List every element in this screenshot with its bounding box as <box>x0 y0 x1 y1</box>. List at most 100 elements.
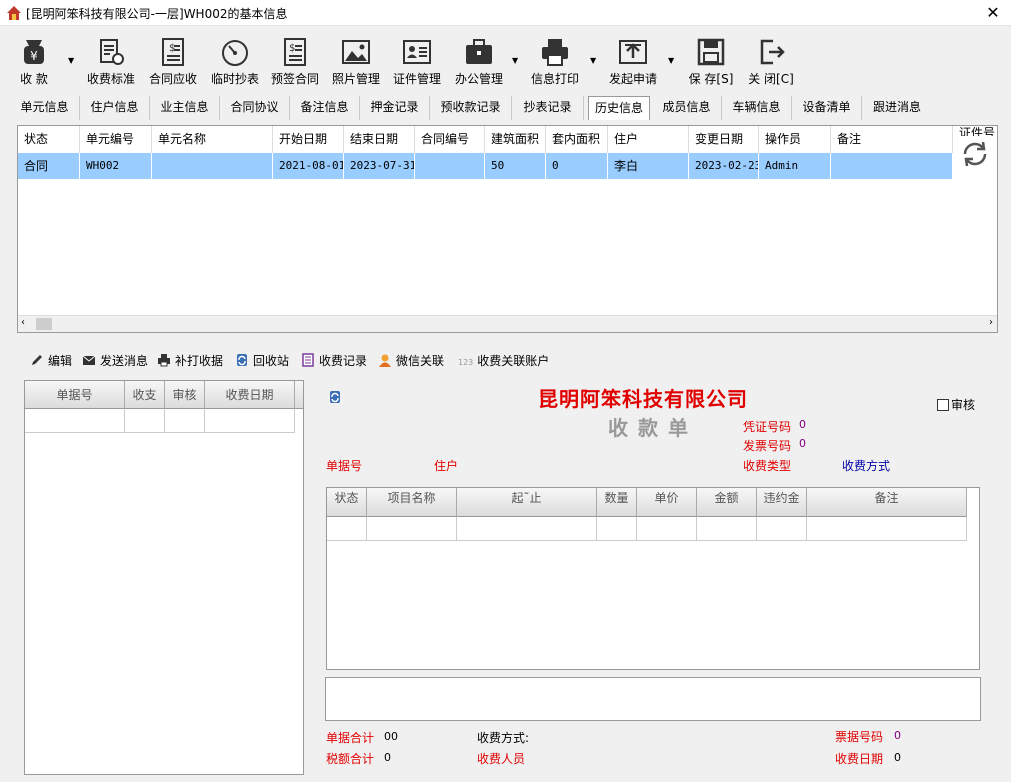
tab-equipment[interactable]: 设备清单 <box>792 96 862 120</box>
column-header[interactable]: 状态 <box>18 126 80 153</box>
wechat-user-icon <box>379 354 391 367</box>
column-header[interactable]: 数量 <box>597 488 637 517</box>
doc-total-value: 00 <box>384 730 398 743</box>
checkbox-box[interactable] <box>937 399 949 411</box>
horizontal-scrollbar[interactable]: ‹ › <box>18 315 997 332</box>
table-row[interactable]: 合同 WH002 2021-08-01 2023-07-31 50 0 李白 2… <box>18 153 953 179</box>
recycle-bin-button[interactable]: 回收站 <box>235 352 289 372</box>
grid-cell: 50 <box>485 153 546 179</box>
tab-members[interactable]: 成员信息 <box>652 96 722 120</box>
audit-checkbox[interactable]: 审核 <box>937 396 975 413</box>
list-item[interactable] <box>25 409 295 433</box>
office-dropdown-arrow[interactable]: ▼ <box>512 56 522 66</box>
column-header[interactable]: 建筑面积 <box>485 126 546 153</box>
fee-settings-icon <box>100 39 124 65</box>
recycle-icon <box>237 354 247 366</box>
contract-receivable-button[interactable]: $ 合同应收 <box>146 36 200 88</box>
column-header[interactable]: 备注 <box>831 126 953 153</box>
company-name: 昆明阿笨科技有限公司 <box>538 387 748 411</box>
office-management-button[interactable]: 办公管理 <box>452 36 506 88</box>
column-header[interactable]: 开始日期 <box>273 126 344 153</box>
tab-meter-records[interactable]: 抄表记录 <box>512 96 584 120</box>
tab-owner-info[interactable]: 业主信息 <box>150 96 220 120</box>
reprint-receipt-button[interactable]: 补打收据 <box>157 352 223 372</box>
close-icon[interactable]: ✕ <box>983 3 1003 23</box>
info-print-button[interactable]: 信息打印 <box>528 36 582 88</box>
tab-prepayment-records[interactable]: 预收款记录 <box>430 96 512 120</box>
toolbar: ¥ 收 款 ▼ 收费标准 $ 合同应收 临时抄表 $ 预签合同 照片管理 证件管… <box>0 26 1011 92</box>
column-header[interactable]: 起˜止 <box>457 488 597 517</box>
fee-records-button[interactable]: 收费记录 <box>301 352 367 372</box>
tab-contract[interactable]: 合同协议 <box>220 96 290 120</box>
wechat-link-button[interactable]: 微信关联 <box>378 352 444 372</box>
column-header[interactable]: 审核 <box>165 381 205 409</box>
column-header[interactable]: 操作员 <box>759 126 831 153</box>
grid-cell: 合同 <box>18 153 80 179</box>
column-header[interactable]: 单价 <box>637 488 697 517</box>
tab-vehicles[interactable]: 车辆信息 <box>722 96 792 120</box>
exit-icon <box>760 39 785 65</box>
column-header[interactable]: 变更日期 <box>689 126 759 153</box>
initiate-request-button[interactable]: 发起申请 <box>606 36 660 88</box>
pay-method-summary-label: 收费方式: <box>477 731 530 745</box>
column-header[interactable]: 套内面积 <box>546 126 608 153</box>
column-header[interactable]: 结束日期 <box>344 126 415 153</box>
tab-follow-up[interactable]: 跟进消息 <box>862 96 932 120</box>
printer-small-icon <box>158 354 170 367</box>
table-row[interactable] <box>327 517 967 541</box>
pre-sign-contract-button[interactable]: $ 预签合同 <box>268 36 322 88</box>
save-button[interactable]: 保 存[S] <box>684 36 738 88</box>
collect-payment-button[interactable]: ¥ 收 款 <box>14 36 54 88</box>
refresh-button[interactable] <box>957 136 993 172</box>
column-header[interactable]: 状态 <box>327 488 367 517</box>
column-header[interactable]: 住户 <box>608 126 689 153</box>
money-bag-icon: ¥ <box>24 40 44 64</box>
recycle-icon[interactable] <box>328 390 342 404</box>
edit-button[interactable]: 编辑 <box>30 352 72 372</box>
tab-unit-info[interactable]: 单元信息 <box>10 96 80 120</box>
close-button[interactable]: 关 闭[C] <box>744 36 798 88</box>
column-header[interactable]: 收支 <box>125 381 165 409</box>
fee-type-label: 收费类型 <box>743 459 792 473</box>
grid-cell: 2023-02-23 <box>689 153 759 179</box>
tax-total-value: 0 <box>384 751 391 764</box>
tab-strip: 单元信息 住户信息 业主信息 合同协议 备注信息 押金记录 预收款记录 抄表记录… <box>10 96 1000 120</box>
grid-cell <box>415 153 485 179</box>
column-header[interactable]: 收费日期 <box>205 381 295 409</box>
grid-header: 状态 单元编号 单元名称 开始日期 结束日期 合同编号 建筑面积 套内面积 住户… <box>18 126 997 153</box>
column-header[interactable]: 项目名称 <box>367 488 457 517</box>
print-dropdown-arrow[interactable]: ▼ <box>590 56 600 66</box>
column-header[interactable]: 违约金 <box>757 488 807 517</box>
photo-management-button[interactable]: 照片管理 <box>329 36 383 88</box>
send-message-button[interactable]: 发送消息 <box>82 352 148 372</box>
request-dropdown-arrow[interactable]: ▼ <box>668 56 678 66</box>
receipt-list-header: 单据号 收支 审核 收费日期 <box>25 381 303 409</box>
tab-notes[interactable]: 备注信息 <box>290 96 360 120</box>
scrollbar-thumb[interactable] <box>36 318 52 330</box>
column-header[interactable]: 单据号 <box>25 381 125 409</box>
collect-dropdown-arrow[interactable]: ▼ <box>68 56 78 66</box>
envelope-icon <box>82 355 96 365</box>
fee-linked-account-button[interactable]: 123 收费关联账户 <box>458 352 549 372</box>
column-header[interactable]: 单元名称 <box>152 126 273 153</box>
temp-meter-reading-button[interactable]: 临时抄表 <box>208 36 262 88</box>
items-header: 状态 项目名称 起˜止 数量 单价 金额 违约金 备注 <box>327 488 967 517</box>
scroll-right-icon[interactable]: › <box>989 317 993 328</box>
pre-sign-contract-icon: $ <box>284 38 306 66</box>
fee-date-label: 收费日期 <box>835 752 884 766</box>
numbers-123-icon: 123 <box>458 358 474 367</box>
column-header[interactable]: 金额 <box>697 488 757 517</box>
refresh-icon <box>963 141 987 167</box>
tab-history[interactable]: 历史信息 <box>588 96 650 120</box>
tab-resident-info[interactable]: 住户信息 <box>80 96 150 120</box>
receipt-items-table: 状态 项目名称 起˜止 数量 单价 金额 违约金 备注 <box>326 487 980 670</box>
certificate-management-button[interactable]: 证件管理 <box>390 36 444 88</box>
fee-standard-button[interactable]: 收费标准 <box>84 36 138 88</box>
notes-textarea[interactable] <box>325 677 981 721</box>
voucher-no-value: 0 <box>799 418 806 431</box>
scroll-left-icon[interactable]: ‹ <box>21 317 25 328</box>
column-header[interactable]: 备注 <box>807 488 967 517</box>
column-header[interactable]: 单元编号 <box>80 126 152 153</box>
column-header[interactable]: 合同编号 <box>415 126 485 153</box>
tab-deposit-records[interactable]: 押金记录 <box>360 96 430 120</box>
